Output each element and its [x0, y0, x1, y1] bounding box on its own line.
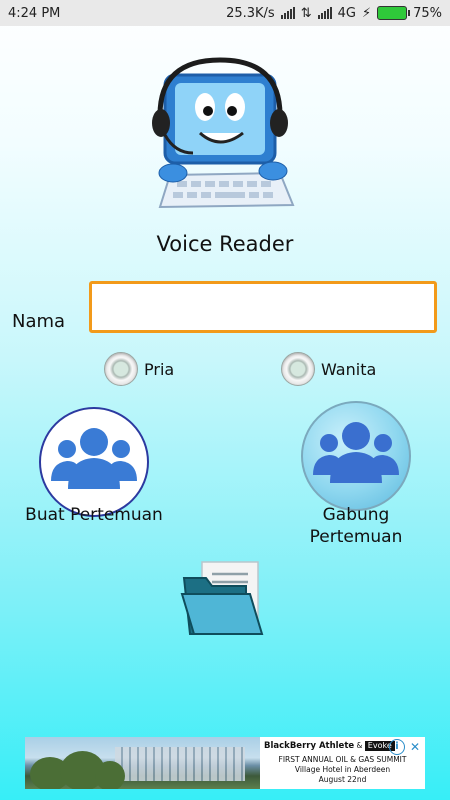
- ad-banner[interactable]: BlackBerry Athlete & Evoke FIRST ANNUAL …: [25, 737, 425, 789]
- create-meeting-label: Buat Pertemuan: [25, 505, 163, 525]
- network-speed: 25.3K/s: [226, 5, 275, 21]
- status-time: 4:24 PM: [8, 5, 61, 21]
- ad-line-1: FIRST ANNUAL OIL & GAS SUMMIT: [278, 755, 407, 764]
- charging-icon: ⚡: [361, 5, 372, 21]
- status-icons: 25.3K/s ⇅ 4G ⚡ 75%: [226, 6, 442, 21]
- radio-label-pria: Pria: [144, 359, 175, 379]
- computer-mascot-logo: [152, 57, 295, 209]
- network-type: 4G: [337, 5, 356, 21]
- ad-line-3: August 22nd: [318, 775, 367, 784]
- ad-image: [25, 737, 260, 789]
- radio-button-pria[interactable]: [104, 352, 138, 386]
- radio-option-pria[interactable]: Pria: [104, 352, 174, 386]
- create-meeting-button[interactable]: [39, 407, 149, 517]
- status-bar: 4:24 PM 25.3K/s ⇅ 4G ⚡ 75%: [0, 0, 450, 26]
- group-icon: [313, 422, 399, 483]
- ad-info-icon[interactable]: i: [389, 739, 405, 755]
- join-meeting-label-line2: Pertemuan: [309, 527, 403, 547]
- ad-line-2: Village Hotel in Aberdeen: [294, 765, 391, 774]
- join-meeting-label: Gabung Pertemuan: [290, 504, 422, 548]
- radio-button-wanita[interactable]: [281, 352, 315, 386]
- ad-close-icon[interactable]: ✕: [407, 739, 423, 755]
- signal-icon-2: [317, 7, 332, 19]
- ad-text: BlackBerry Athlete & Evoke FIRST ANNUAL …: [260, 737, 425, 789]
- battery-level: 75%: [413, 5, 442, 21]
- radio-option-wanita[interactable]: Wanita: [281, 352, 376, 386]
- join-meeting-button[interactable]: [301, 401, 411, 511]
- folder-files-icon[interactable]: [180, 560, 272, 638]
- radio-label-wanita: Wanita: [321, 359, 377, 379]
- battery-icon: [377, 6, 411, 20]
- signal-icon: [280, 7, 295, 19]
- group-icon: [51, 428, 137, 489]
- name-input[interactable]: [89, 281, 437, 333]
- name-label: Nama: [12, 311, 66, 332]
- ad-brand: BlackBerry Athlete: [264, 741, 355, 751]
- data-transfer-icon: ⇅: [300, 5, 312, 21]
- ad-ampersand: &: [356, 741, 363, 750]
- app-title: Voice Reader: [156, 232, 294, 256]
- join-meeting-label-line1: Gabung: [322, 505, 390, 525]
